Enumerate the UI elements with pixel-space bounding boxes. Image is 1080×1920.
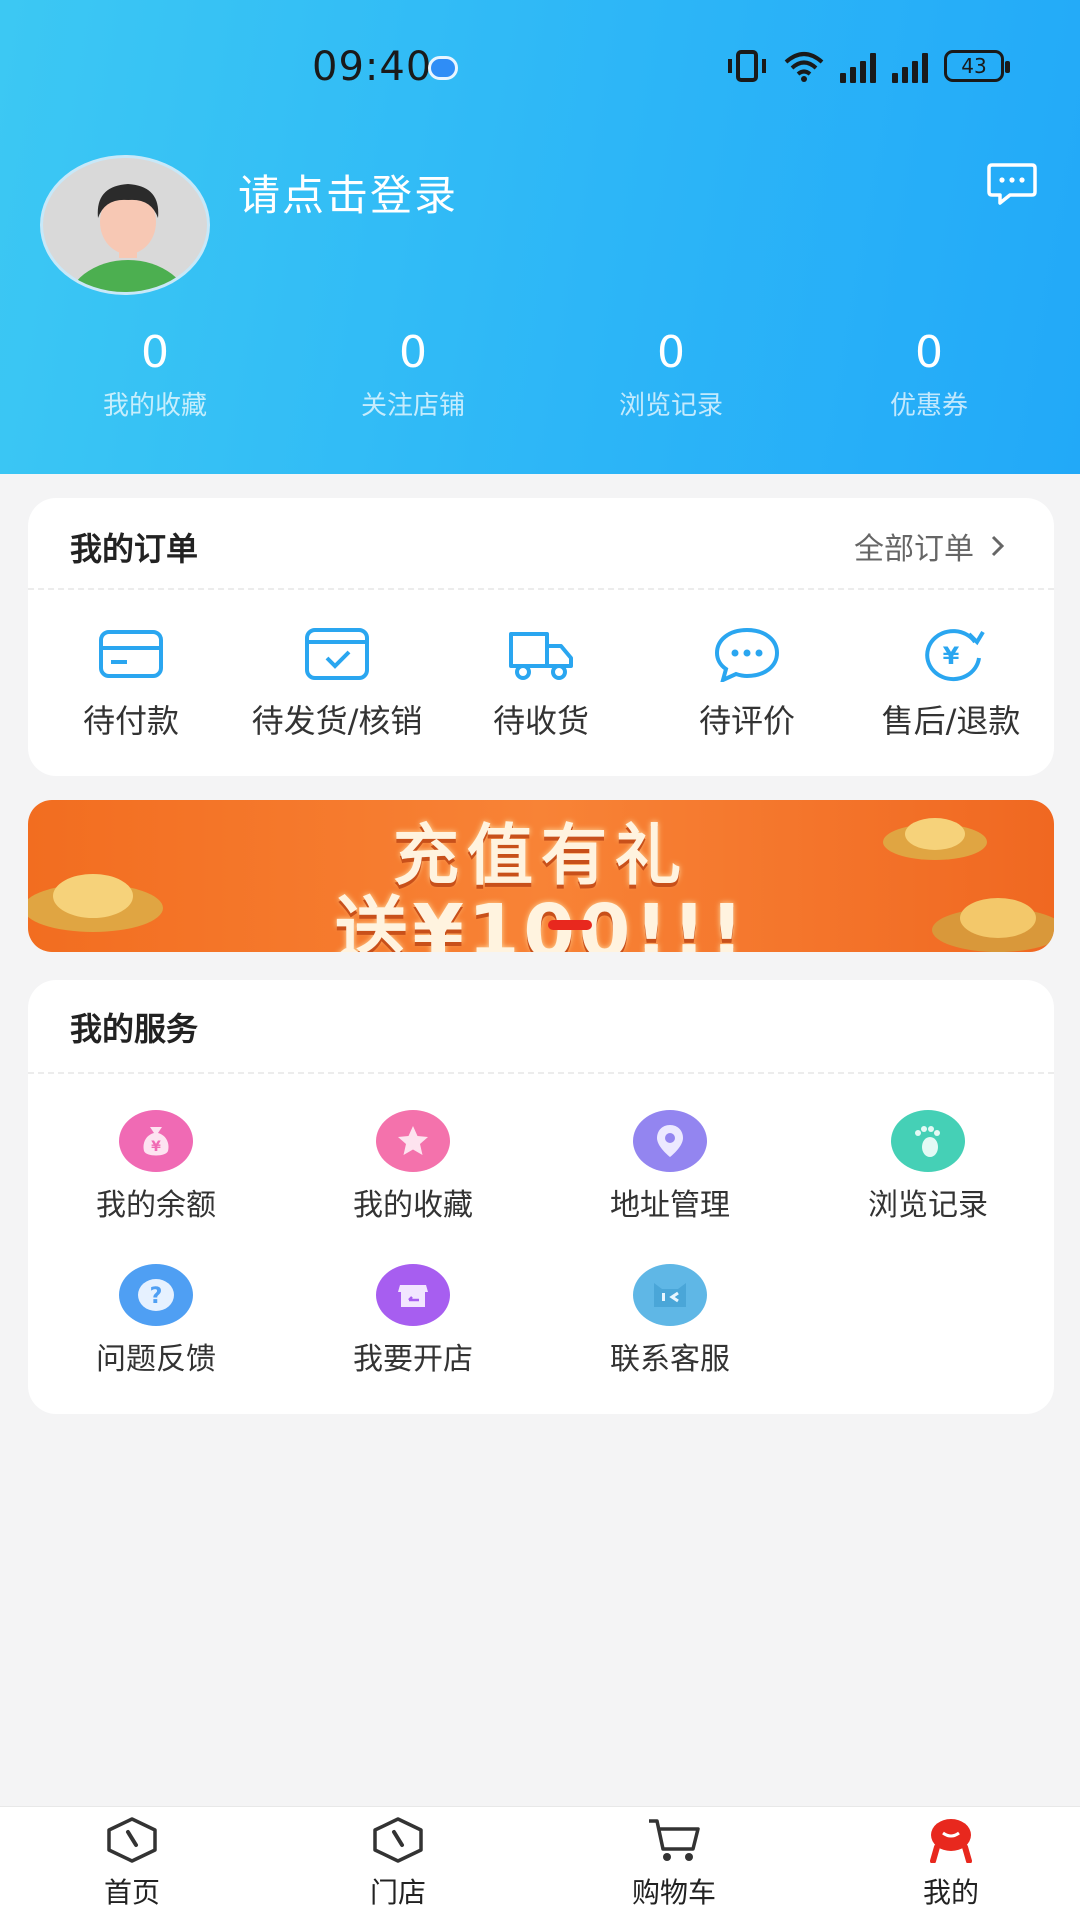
- truck-icon: [509, 632, 573, 680]
- location-pin-icon: [633, 1110, 707, 1172]
- tab-label: 我的: [922, 1876, 979, 1909]
- stat-label: 我的收藏: [102, 391, 207, 421]
- box-check-icon: [305, 628, 369, 680]
- star-icon: [376, 1110, 450, 1172]
- order-pending-payment[interactable]: 待付款: [31, 626, 231, 742]
- stat-favorites[interactable]: 0 我的收藏: [26, 325, 284, 422]
- signal-4g-icon: [840, 49, 876, 83]
- service-label: 我的收藏: [353, 1188, 473, 1223]
- order-pending-review[interactable]: 待评价: [647, 626, 847, 742]
- orders-title: 我的订单: [70, 530, 199, 568]
- services-title: 我的服务: [70, 1010, 199, 1048]
- service-cat-icon: [633, 1264, 707, 1326]
- status-icons: 43: [726, 44, 1010, 88]
- order-status-row: 待付款 待发货/核销 待收货 待评价 ¥ 售后/退款: [28, 626, 1054, 740]
- order-after-sales[interactable]: ¥ 售后/退款: [851, 626, 1051, 742]
- bottom-tab-bar: 首页 门店 购物车 我的: [0, 1806, 1080, 1920]
- stat-value: 0: [915, 327, 943, 378]
- orders-card: 我的订单 全部订单 待付款 待发货/核销 待收货 待评价 ¥ 售后/退款: [28, 498, 1054, 776]
- avatar-person-icon: [69, 184, 187, 292]
- shop-icon: [376, 1264, 450, 1326]
- all-orders-label: 全部订单: [854, 532, 974, 567]
- stat-value: 0: [399, 327, 427, 378]
- signal-4g-icon-2: [892, 49, 928, 83]
- order-label: 售后/退款: [881, 702, 1021, 740]
- service-favorites[interactable]: 我的收藏: [293, 1110, 533, 1224]
- message-notification-icon: [428, 56, 458, 80]
- service-open-shop[interactable]: 我要开店: [293, 1264, 533, 1378]
- banner-indicator: [548, 920, 592, 930]
- status-time: 09:40: [312, 44, 433, 90]
- vibrate-icon: [728, 50, 766, 82]
- order-label: 待评价: [698, 702, 795, 740]
- footprint-icon: [891, 1110, 965, 1172]
- question-icon: ?: [119, 1264, 193, 1326]
- wifi-icon: [784, 52, 824, 82]
- tab-label: 首页: [103, 1876, 160, 1909]
- stat-history[interactable]: 0 浏览记录: [542, 325, 800, 422]
- refund-icon: ¥: [925, 629, 985, 682]
- order-pending-receipt[interactable]: 待收货: [441, 626, 641, 742]
- stat-value: 0: [141, 327, 169, 378]
- recharge-promo-banner[interactable]: 充值有礼 送¥100!!!: [28, 800, 1054, 952]
- stat-label: 浏览记录: [618, 391, 723, 421]
- stat-label: 关注店铺: [360, 391, 465, 421]
- order-label: 待发货/核销: [251, 702, 423, 740]
- money-bag-icon: ¥: [119, 1110, 193, 1172]
- stat-followed-shops[interactable]: 0 关注店铺: [284, 325, 542, 422]
- service-label: 我要开店: [353, 1342, 473, 1377]
- service-history[interactable]: 浏览记录: [808, 1110, 1048, 1224]
- service-label: 问题反馈: [96, 1342, 216, 1377]
- order-label: 待收货: [492, 702, 589, 740]
- order-pending-shipment[interactable]: 待发货/核销: [237, 626, 437, 742]
- services-divider: [28, 1072, 1054, 1074]
- service-label: 联系客服: [610, 1342, 730, 1377]
- message-icon[interactable]: [986, 162, 1038, 206]
- tab-label: 门店: [369, 1876, 426, 1909]
- tab-label: 购物车: [631, 1876, 716, 1909]
- home-icon: [107, 1817, 157, 1863]
- svg-text:¥: ¥: [151, 1139, 161, 1155]
- comment-icon: [714, 627, 780, 684]
- chevron-right-icon: [991, 535, 1005, 557]
- service-label: 我的余额: [96, 1188, 216, 1223]
- orders-divider: [28, 588, 1054, 590]
- store-icon: [373, 1817, 423, 1863]
- battery-icon: 43: [944, 50, 1010, 82]
- tab-cart[interactable]: 购物车: [584, 1817, 764, 1911]
- avatar[interactable]: [40, 155, 210, 295]
- svg-text:¥: ¥: [943, 642, 960, 670]
- svg-text:?: ?: [150, 1284, 163, 1309]
- banner-subheadline: 送¥100!!!: [334, 889, 748, 952]
- profile-header: 09:40 43 请点击登录 0 我的收藏 0 关注店铺 0 浏览记录 0 优惠…: [0, 0, 1080, 474]
- services-card: 我的服务 ¥ 我的余额 我的收藏 地址管理 浏览记录 ? 问题反馈 我要开店 联…: [28, 980, 1054, 1414]
- service-label: 地址管理: [610, 1188, 730, 1223]
- login-prompt[interactable]: 请点击登录: [238, 162, 458, 223]
- service-balance[interactable]: ¥ 我的余额: [36, 1110, 276, 1224]
- service-customer-support[interactable]: 联系客服: [550, 1264, 790, 1378]
- stat-label: 优惠券: [889, 391, 968, 421]
- all-orders-link[interactable]: 全部订单: [854, 524, 1006, 568]
- service-address[interactable]: 地址管理: [550, 1110, 790, 1224]
- wallet-icon: [99, 630, 163, 678]
- tab-home[interactable]: 首页: [42, 1817, 222, 1911]
- stat-coupons[interactable]: 0 优惠券: [800, 325, 1058, 422]
- status-bar: 09:40 43: [0, 0, 1080, 130]
- service-label: 浏览记录: [868, 1188, 988, 1223]
- tab-mine[interactable]: 我的: [861, 1817, 1041, 1911]
- profile-icon: [930, 1819, 972, 1864]
- service-feedback[interactable]: ? 问题反馈: [36, 1264, 276, 1378]
- tab-store[interactable]: 门店: [308, 1817, 488, 1911]
- order-label: 待付款: [82, 702, 179, 740]
- cart-icon: [649, 1819, 700, 1861]
- stat-value: 0: [657, 327, 685, 378]
- stats-row: 0 我的收藏 0 关注店铺 0 浏览记录 0 优惠券: [0, 325, 1080, 422]
